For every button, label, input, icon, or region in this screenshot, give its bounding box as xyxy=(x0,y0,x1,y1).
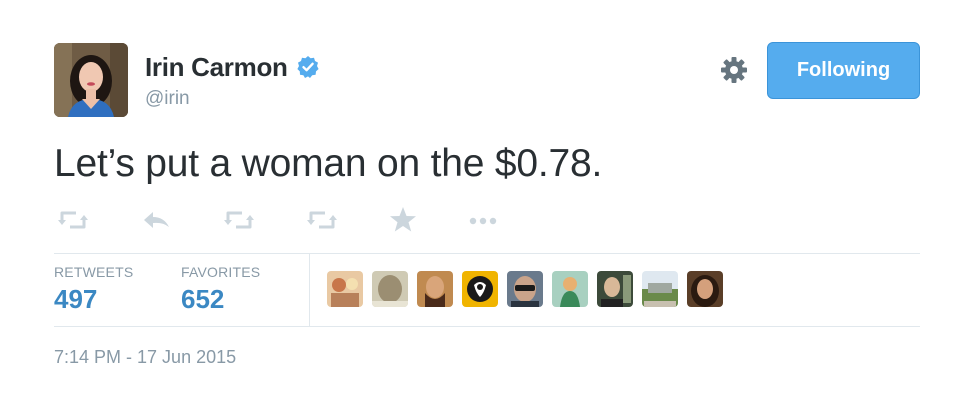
favorite-star-icon[interactable] xyxy=(386,203,420,237)
favoriter-avatar[interactable] xyxy=(372,271,408,307)
favoriter-avatar[interactable] xyxy=(597,271,633,307)
author-name-block: Irin Carmon xyxy=(145,52,320,83)
favorites-label: FAVORITES xyxy=(181,264,261,280)
favoriter-avatar[interactable] xyxy=(687,271,723,307)
author-display-name[interactable]: Irin Carmon xyxy=(145,52,288,83)
favoriter-avatar[interactable] xyxy=(462,271,498,307)
author-avatar[interactable] xyxy=(54,43,128,117)
retweets-count: 497 xyxy=(54,284,98,314)
stats-vertical-divider xyxy=(309,253,310,326)
tweet-card: Irin Carmon @irin Following Let’s put a … xyxy=(0,0,980,419)
author-handle[interactable]: @irin xyxy=(145,88,190,110)
favorites-stat[interactable]: FAVORITES 652 xyxy=(181,264,260,315)
more-dots-icon[interactable] xyxy=(466,203,500,237)
gear-icon[interactable] xyxy=(719,55,749,85)
stats-bottom-divider xyxy=(54,326,920,327)
favorites-count: 652 xyxy=(181,284,225,314)
favoriter-avatar[interactable] xyxy=(327,271,363,307)
following-button[interactable]: Following xyxy=(767,42,920,99)
tweet-timestamp[interactable]: 7:14 PM - 17 Jun 2015 xyxy=(54,347,236,368)
tweet-text: Let’s put a woman on the $0.78. xyxy=(54,142,603,185)
reply-icon[interactable] xyxy=(140,203,174,237)
retweets-label: RETWEETS xyxy=(54,264,134,280)
favoriter-avatar[interactable] xyxy=(642,271,678,307)
favoriter-avatar[interactable] xyxy=(417,271,453,307)
verified-badge-icon xyxy=(297,55,319,78)
retweet-icon[interactable] xyxy=(56,203,90,237)
favoriter-avatar[interactable] xyxy=(552,271,588,307)
favoriter-avatar[interactable] xyxy=(507,271,543,307)
stats-top-divider xyxy=(54,253,920,254)
retweet-icon[interactable] xyxy=(305,203,339,237)
retweets-stat[interactable]: RETWEETS 497 xyxy=(54,264,133,315)
retweet-icon[interactable] xyxy=(222,203,256,237)
